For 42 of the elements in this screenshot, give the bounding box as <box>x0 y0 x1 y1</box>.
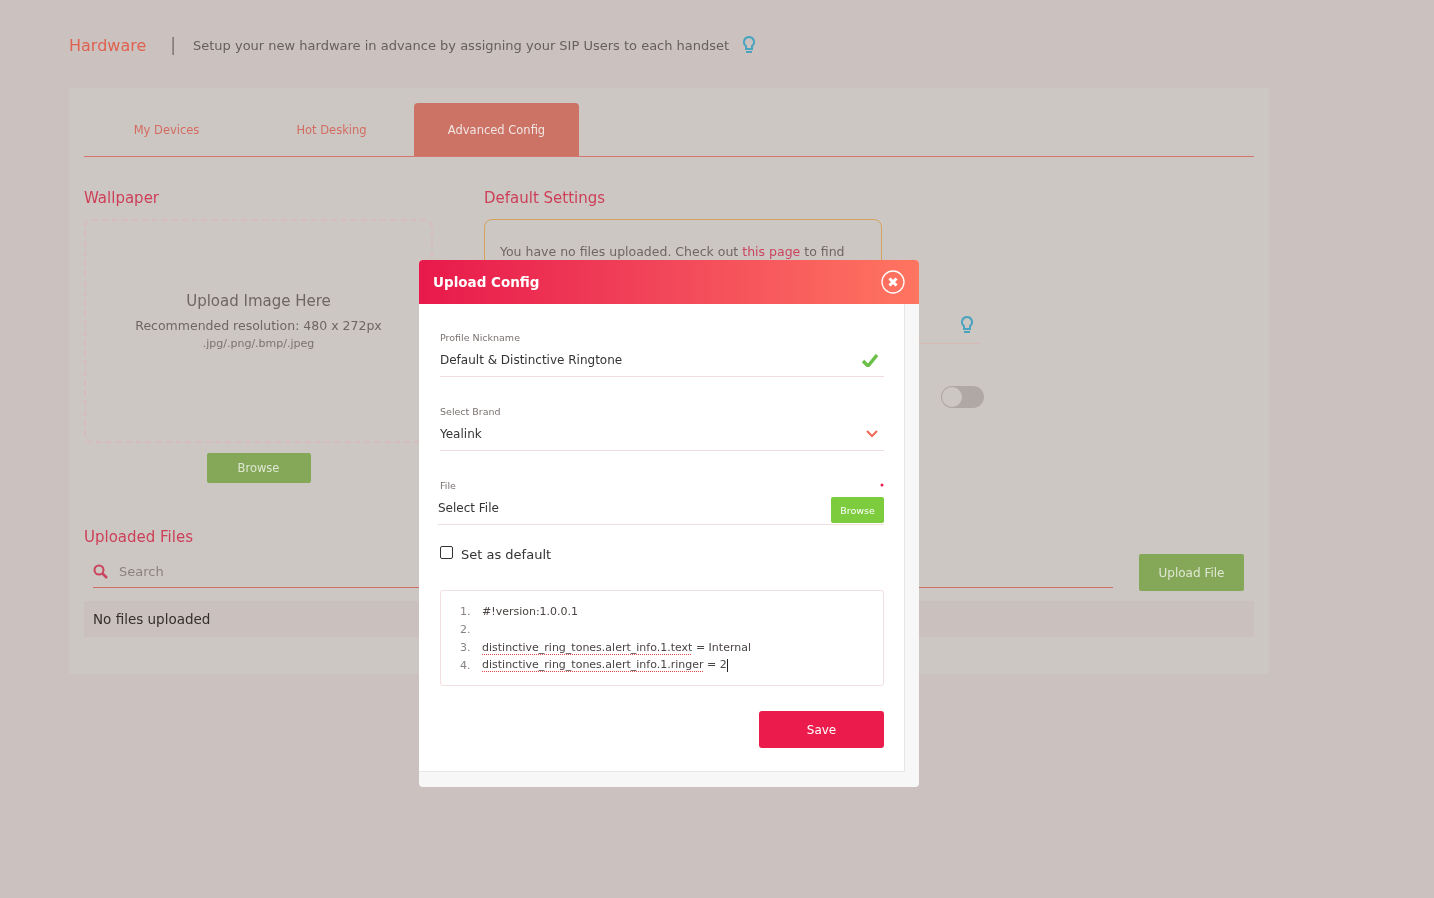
code-line: distinctive_ring_tones.alert_info.1.text = Internal <box>482 640 751 654</box>
file-field[interactable]: Select File Browse <box>438 492 884 525</box>
section-title: Default Settings <box>484 189 607 209</box>
code-line: distinctive_ring_tones.alert_info.1.ringer = 2 <box>482 658 728 672</box>
lightbulb-icon <box>743 36 756 54</box>
close-icon <box>881 270 905 294</box>
formats-hint: .jpg/.png/.bmp/.jpeg <box>202 337 315 350</box>
page-subtitle: Setup your new hardware in advance by assigning your SIP Users to each handset <box>193 37 730 53</box>
checkbox[interactable] <box>440 546 453 559</box>
separator-text: | <box>170 35 176 55</box>
empty-message: No files uploaded <box>93 611 211 627</box>
resolution-hint: Recommended resolution: 480 x 272px <box>135 318 382 333</box>
field-label: Select Brand <box>440 405 501 417</box>
line-number: 4. <box>460 658 472 672</box>
drop-zone-title: Upload Image Here <box>186 292 331 310</box>
checkbox-label: Set as default <box>461 547 552 562</box>
upload-file-button[interactable]: Upload File <box>1139 554 1244 591</box>
page-title: Hardware <box>69 35 147 55</box>
browse-button[interactable]: Browse <box>831 497 884 523</box>
code-editor[interactable]: 1. #!version:1.0.0.1 2. 3. distinctive_ring_tones.alert_info.1.text = Internal 4. distinctive_ring_tones.alert_info.1.ringer = 2 <box>440 590 884 686</box>
section-title: Wallpaper <box>84 189 161 209</box>
field-label: Profile Nickname <box>440 331 520 343</box>
search-icon <box>93 564 109 580</box>
toggle-switch[interactable] <box>941 386 984 408</box>
code-line: #!version:1.0.0.1 <box>482 604 579 618</box>
browse-button[interactable]: Browse <box>206 453 311 483</box>
line-number: 2. <box>460 622 472 636</box>
input-field[interactable]: Default & Distinctive Ringtone <box>440 344 884 377</box>
chevron-down-icon <box>866 430 878 438</box>
tab[interactable]: Advanced Config <box>414 103 579 156</box>
section-title: Uploaded Files <box>84 528 194 548</box>
lightbulb-icon <box>961 316 973 334</box>
dialog-title: Upload Config <box>433 274 540 290</box>
field-label: File <box>440 479 456 491</box>
line-number: 1. <box>460 604 472 618</box>
tab[interactable]: My Devices <box>84 103 249 156</box>
notice-text: You have no files uploaded. Check out this page to find <box>500 244 846 259</box>
link[interactable]: this page <box>742 244 801 259</box>
tab[interactable]: Hot Desking <box>249 103 414 156</box>
save-button[interactable]: Save <box>759 711 884 748</box>
line-number: 3. <box>460 640 472 654</box>
dropdown[interactable]: Yealink <box>440 418 884 451</box>
